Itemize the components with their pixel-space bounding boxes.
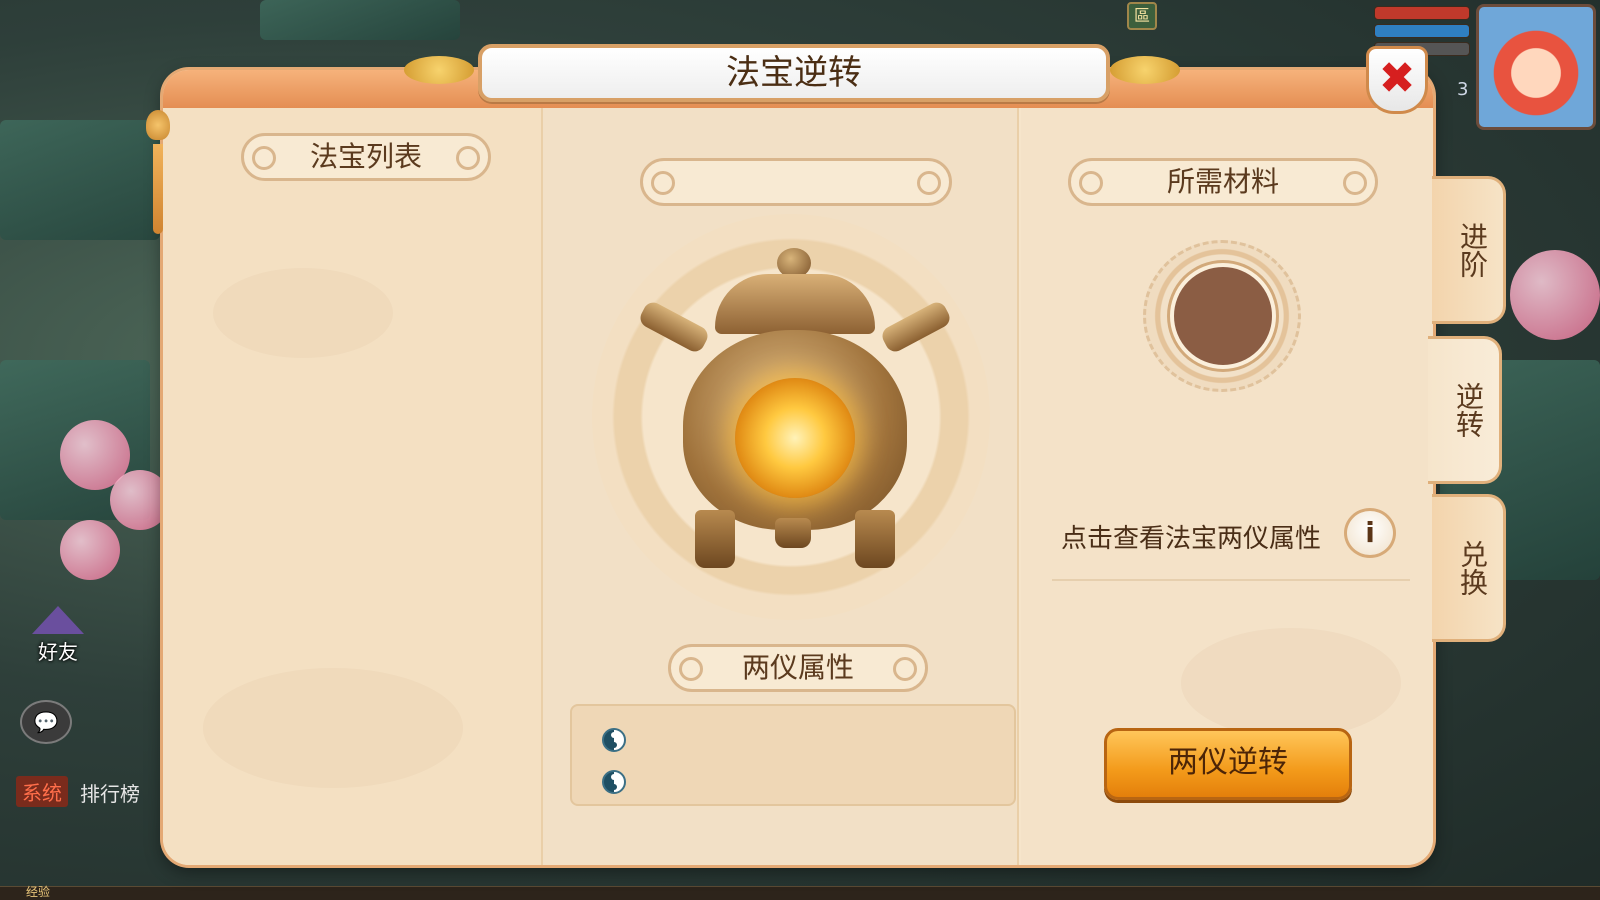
window-title: 法宝逆转 xyxy=(478,44,1110,102)
system-channel-tag[interactable]: 系统 xyxy=(16,776,68,807)
selected-treasure-name xyxy=(640,158,952,206)
map-glyph: 區 xyxy=(1133,6,1150,25)
treasure-pot-icon xyxy=(636,248,954,568)
background-building xyxy=(260,0,460,40)
material-slot[interactable] xyxy=(1143,240,1301,392)
glowing-orb xyxy=(735,378,855,498)
title-ornament-right xyxy=(1110,56,1180,84)
materials-header: 所需材料 xyxy=(1068,158,1378,206)
attribute-row xyxy=(602,768,638,796)
hp-bar xyxy=(1374,6,1470,20)
title-ornament-left xyxy=(404,56,474,84)
tab-advance[interactable]: 进阶 xyxy=(1432,176,1506,324)
balloon xyxy=(110,470,170,530)
treasure-list-column xyxy=(163,108,541,865)
attributes-box xyxy=(570,704,1016,806)
friend-hat-icon xyxy=(32,606,84,634)
info-text: 点击查看法宝两仪属性 xyxy=(1061,524,1322,554)
reverse-button[interactable]: 两仪逆转 xyxy=(1104,728,1352,800)
friend-label: 好友 xyxy=(38,640,78,664)
treasure-list-header: 法宝列表 xyxy=(241,133,491,181)
attributes-header: 两仪属性 xyxy=(668,644,928,692)
close-icon: ✖ xyxy=(1378,53,1416,104)
friend-button[interactable]: 好友 xyxy=(26,606,90,676)
level-number: 3 xyxy=(1457,79,1469,100)
yinyang-icon xyxy=(602,728,626,752)
cloud-decoration xyxy=(1181,628,1401,738)
background-flower xyxy=(1510,250,1600,340)
mp-bar xyxy=(1374,24,1470,38)
balloon xyxy=(60,520,120,580)
chat-icon[interactable]: 💬 xyxy=(20,700,72,744)
empty-slot-icon xyxy=(1170,263,1276,369)
avatar-icon[interactable]: 3 xyxy=(1457,4,1596,130)
tab-exchange[interactable]: 兑换 xyxy=(1432,494,1506,642)
tassel-decoration xyxy=(146,110,170,290)
exp-bar xyxy=(0,886,1600,900)
cloud-decoration xyxy=(213,268,393,358)
tab-reverse[interactable]: 逆转 xyxy=(1428,336,1502,484)
divider xyxy=(1052,579,1410,581)
map-icon[interactable]: 區 xyxy=(1127,2,1157,30)
info-button[interactable]: i xyxy=(1344,508,1396,558)
chat-glyph: 💬 xyxy=(33,710,59,734)
exp-label: 经验 xyxy=(26,885,51,899)
yinyang-icon xyxy=(602,770,626,794)
attribute-row xyxy=(602,726,638,754)
close-button[interactable]: ✖ xyxy=(1366,46,1428,114)
background-building xyxy=(0,120,160,240)
info-icon: i xyxy=(1365,516,1375,549)
cloud-decoration xyxy=(203,668,463,788)
rank-text[interactable]: 排行榜 xyxy=(80,778,140,807)
